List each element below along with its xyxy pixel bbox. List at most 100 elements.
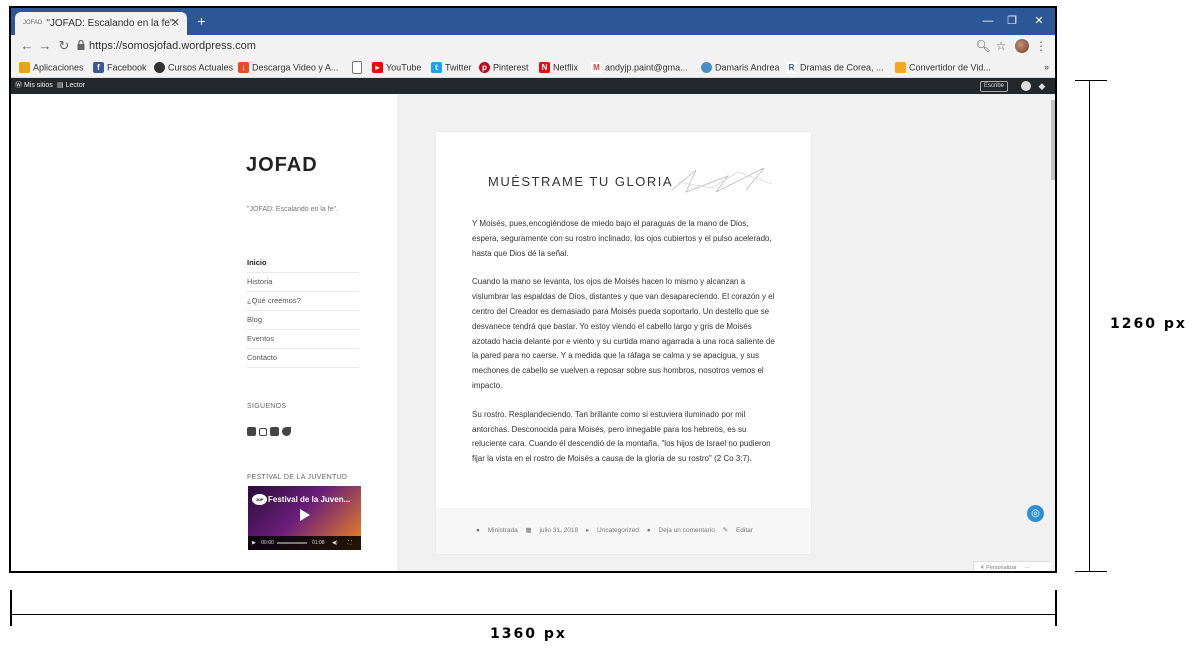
address-bar-row: ← → ↻ https://somosjofad.wordpress.com 🔍… [11, 35, 1055, 57]
url-field[interactable]: https://somosjofad.wordpress.com [89, 38, 256, 54]
twitter-icon[interactable] [282, 427, 291, 436]
notifications-icon[interactable]: ◆ [1037, 81, 1047, 91]
new-tab-button[interactable]: + [193, 14, 210, 29]
menu-item-inicio[interactable]: Inicio [247, 254, 359, 273]
r-icon: R [786, 62, 797, 74]
play-icon[interactable] [300, 509, 310, 521]
maximize-icon[interactable]: ❐ [1000, 11, 1024, 31]
article-paragraph: Cuando la mano se levanta, los ojos de M… [472, 277, 775, 390]
bookmark-item[interactable]: R Dramas de Corea, ... [786, 57, 884, 78]
reader-link[interactable]: ▤ Lector [57, 78, 85, 94]
menu-item-eventos[interactable]: Eventos [247, 330, 359, 349]
zoom-icon[interactable]: 🔍︎ [975, 37, 991, 55]
gmail-icon: M [591, 62, 602, 74]
page-scrollbar[interactable] [1050, 94, 1055, 571]
festival-widget-title: FESTIVAL DE LA JUVENTUD [247, 474, 348, 481]
category-link[interactable]: ▸ Uncategorized [586, 527, 639, 534]
width-tick-left [10, 590, 12, 626]
bookmark-item[interactable]: p Pinterest [479, 57, 529, 78]
author-link[interactable]: ● Ministrada [476, 527, 518, 534]
edit-link[interactable]: ✎ Editar [723, 527, 753, 534]
bookmark-item[interactable]: N Netflix [539, 57, 578, 78]
menu-item-que-creemos[interactable]: ¿Qué creemos? [247, 292, 359, 311]
reader-icon: ▤ [57, 82, 64, 89]
browser-tab[interactable]: JOFAD "JOFAD: Escalando en la fe". ✕ [15, 12, 187, 35]
lock-icon [77, 39, 85, 50]
date-link[interactable]: ▦ julio 31, 2018 [526, 527, 579, 534]
width-dimension-line [10, 614, 1057, 615]
browser-window: JOFAD "JOFAD: Escalando en la fe". ✕ + — … [9, 6, 1057, 573]
volume-icon[interactable]: ◀) [332, 536, 338, 550]
video-time-start: 00:00 [261, 540, 274, 546]
tab-favicon: JOFAD [23, 20, 43, 26]
globe-icon[interactable]: ◎ [1027, 505, 1044, 522]
article-title[interactable]: MUÉSTRAME TU GLORIA [488, 174, 673, 189]
netflix-icon: N [539, 62, 550, 74]
my-sites-link[interactable]: Ⓦ Mis sitios [15, 78, 53, 94]
converter-icon [895, 62, 906, 74]
decorative-lines-icon [671, 167, 773, 193]
width-tick-right [1055, 590, 1057, 626]
comment-link[interactable]: ● Deja un comentario [647, 527, 715, 534]
width-label: 1360 px [490, 626, 567, 642]
back-icon[interactable]: ← [18, 37, 36, 55]
video-player[interactable]: JOF Festival de la Juven... ▶ 00:00 01:0… [248, 486, 361, 550]
height-tick-top [1075, 80, 1107, 81]
menu-item-historia[interactable]: Historia [247, 273, 359, 292]
follow-widget-title: SIGUENOS [247, 403, 287, 410]
height-dimension-line [1089, 80, 1090, 572]
jofad-logo-icon: JOF [252, 494, 267, 505]
bookmark-item[interactable]: ↓ Descarga Video y A... [238, 57, 338, 78]
profile-avatar[interactable] [1015, 39, 1029, 53]
scrollbar-thumb[interactable] [1051, 100, 1055, 180]
customize-button[interactable]: ✕ Personalizar ··· [973, 561, 1051, 571]
forward-icon[interactable]: → [36, 37, 54, 55]
bookmarks-bar: Aplicaciones f Facebook Cursos Actuales ↓… [11, 57, 1055, 78]
user-avatar-icon[interactable] [1021, 81, 1031, 91]
video-title: Festival de la Juven... [268, 495, 351, 504]
facebook-icon[interactable] [247, 427, 256, 436]
article-card: MUÉSTRAME TU GLORIA Y Moisés, pues,encog… [436, 132, 811, 554]
instagram-icon[interactable] [259, 428, 267, 436]
menu-item-blog[interactable]: Blog [247, 311, 359, 330]
minimize-icon[interactable]: — [976, 11, 1000, 31]
bookmark-item[interactable]: Aplicaciones [19, 57, 84, 78]
fullscreen-icon[interactable]: ⛶ [348, 536, 352, 550]
facebook-icon: f [93, 62, 104, 74]
bookmark-item[interactable]: Cursos Actuales [154, 57, 233, 78]
bookmark-item[interactable]: t Twitter [431, 57, 472, 78]
write-button[interactable]: Escribe [979, 81, 1008, 92]
close-window-icon[interactable]: ✕ [1027, 11, 1051, 31]
tools-icon: ✕ [980, 565, 985, 571]
social-icons [247, 423, 294, 441]
bookmark-item[interactable]: f Facebook [93, 57, 147, 78]
download-icon: ↓ [238, 62, 249, 74]
height-tick-bottom [1075, 571, 1107, 572]
wp-admin-bar: Ⓦ Mis sitios ▤ Lector Escribe ◆ [11, 78, 1055, 94]
video-time-end: 01:08 [312, 540, 325, 546]
wordpress-icon: Ⓦ [15, 82, 22, 89]
menu-icon[interactable]: ⋮ [1033, 37, 1049, 55]
youtube-icon[interactable] [270, 427, 279, 436]
video-progress-bar[interactable] [277, 542, 307, 544]
play-control-icon[interactable]: ▶ [252, 540, 256, 546]
site-tagline: "JOFAD: Escalando en la fe". [247, 206, 338, 213]
main-menu: Inicio Historia ¿Qué creemos? Blog Event… [247, 254, 359, 368]
bookmark-item[interactable]: Mandyjp.paint@gma... [591, 57, 688, 78]
page-icon [352, 61, 362, 75]
bookmark-item[interactable] [352, 57, 365, 78]
bookmark-item[interactable]: Damaris Andrea [701, 57, 780, 78]
pinterest-icon: p [479, 62, 490, 74]
menu-item-contacto[interactable]: Contacto [247, 349, 359, 368]
close-tab-icon[interactable]: ✕ [171, 12, 180, 35]
star-icon[interactable]: ☆ [993, 37, 1009, 55]
more-bookmarks-icon[interactable]: » [1044, 57, 1049, 77]
site-logo[interactable]: JOFAD [246, 154, 318, 177]
apps-icon [19, 62, 30, 74]
article-paragraph: Y Moisés, pues,encogiéndose de miedo baj… [472, 219, 772, 258]
article-body: Y Moisés, pues,encogiéndose de miedo baj… [472, 217, 777, 481]
bookmark-item[interactable]: Convertidor de Vid... [895, 57, 991, 78]
bookmark-item[interactable]: ▸ YouTube [372, 57, 421, 78]
height-label: 1260 px [1110, 316, 1187, 332]
reload-icon[interactable]: ↻ [55, 37, 73, 55]
